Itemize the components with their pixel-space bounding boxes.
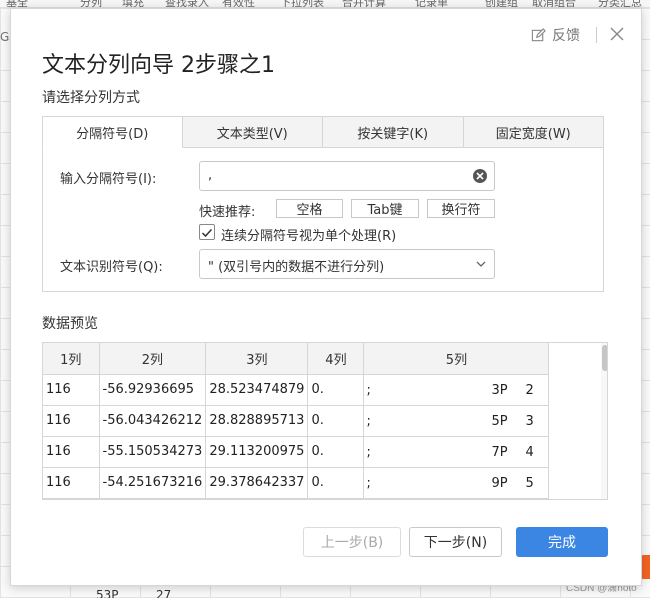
column-header[interactable]: 1列	[43, 343, 100, 375]
cell-part: ;	[366, 382, 371, 398]
table-cell: 0.	[307, 405, 365, 437]
table-row: 116 -55.150534273 29.113200975 0. ; 7P 4	[43, 436, 550, 468]
table-cell: 0.	[307, 374, 365, 406]
text-to-columns-dialog: 反馈 文本分列向导 2步骤之1 请选择分列方式 分隔符号(D) 文本类型(V) …	[10, 8, 642, 586]
ribbon-item[interactable]: 基全	[6, 0, 28, 7]
table-cell: 28.828895713	[205, 405, 309, 437]
quick-newline-button[interactable]: 换行符	[427, 199, 495, 218]
table-cell: 116	[43, 405, 100, 437]
table-row: 116 -54.251673216 29.378642337 0. ; 9P 5	[43, 467, 550, 499]
cell-part: 5P	[491, 413, 508, 429]
preview-title: 数据预览	[42, 316, 98, 332]
ribbon-item[interactable]: 取消组合	[532, 0, 576, 7]
cell-part: 3	[525, 413, 534, 429]
table-cell: 116	[43, 436, 100, 468]
data-preview[interactable]: 1列 2列 3列 4列 5列 116 -56.92936695 28.52347…	[42, 342, 608, 500]
tab-text-type[interactable]: 文本类型(V)	[182, 116, 323, 148]
quick-recommend-label: 快速推荐:	[199, 205, 256, 220]
consecutive-checkbox[interactable]	[199, 224, 215, 240]
cell-part: ;	[366, 413, 371, 429]
close-icon	[610, 27, 624, 41]
table-cell: ; 3P 2	[363, 374, 550, 406]
scrollbar-thumb[interactable]	[602, 345, 607, 371]
table-cell: -54.251673216	[99, 467, 207, 499]
table-cell: 116	[43, 467, 100, 499]
table-cell: 29.378642337	[205, 467, 309, 499]
feedback-button[interactable]: 反馈	[531, 25, 580, 45]
table-cell: 28.523474879	[205, 374, 309, 406]
table-cell: ; 5P 3	[363, 405, 550, 437]
ribbon-item[interactable]: 合并计算	[342, 0, 386, 7]
column-header-g: G	[0, 30, 10, 44]
next-step-button[interactable]: 下一步(N)	[409, 527, 502, 557]
table-row: 116 -56.92936695 28.523474879 0. ; 3P 2	[43, 374, 550, 406]
feedback-label: 反馈	[552, 28, 580, 44]
chevron-down-icon	[476, 261, 486, 267]
cell-part: 3P	[491, 382, 508, 398]
clear-icon[interactable]	[472, 168, 488, 184]
tab-fixed-width[interactable]: 固定宽度(W)	[463, 116, 604, 148]
table-cell: -56.043426212	[99, 405, 207, 437]
ribbon-item[interactable]: 填充	[122, 0, 144, 7]
cell-part: 5	[525, 475, 534, 491]
table-cell: ; 7P 4	[363, 436, 550, 468]
sheet-cell[interactable]: 27	[156, 588, 171, 598]
column-header[interactable]: 3列	[205, 343, 309, 375]
separator-label: 输入分隔符号(I):	[60, 172, 157, 187]
quick-space-button[interactable]: 空格	[276, 199, 343, 218]
tab-delimiter[interactable]: 分隔符号(D)	[42, 116, 183, 148]
tab-keyword[interactable]: 按关键字(K)	[323, 116, 464, 148]
ribbon-item[interactable]: 记录单	[415, 0, 448, 7]
dialog-title: 文本分列向导 2步骤之1	[42, 53, 275, 78]
cell-part: ;	[366, 444, 371, 460]
table-cell: 0.	[307, 436, 365, 468]
consecutive-label[interactable]: 连续分隔符号视为单个处理(R)	[221, 225, 396, 244]
edit-icon	[531, 27, 546, 41]
prev-step-button[interactable]: 上一步(B)	[303, 527, 401, 557]
preview-table: 1列 2列 3列 4列 5列 116 -56.92936695 28.52347…	[43, 343, 550, 499]
ribbon-item[interactable]: 查找录入	[165, 0, 209, 7]
close-button[interactable]	[608, 25, 626, 43]
ribbon-item[interactable]: 分类汇总	[598, 0, 642, 7]
table-cell: 0.	[307, 467, 365, 499]
table-cell: -55.150534273	[99, 436, 207, 468]
separator-input[interactable]: ,	[199, 161, 495, 191]
column-header[interactable]: 2列	[99, 343, 207, 375]
quick-tab-button[interactable]: Tab键	[351, 199, 419, 218]
cell-part: 7P	[491, 444, 508, 460]
delimiter-panel: 输入分隔符号(I): , 快速推荐: 空格 Tab键 换行符 连续分隔符号视为单…	[42, 147, 604, 292]
qualifier-value: " (双引号内的数据不进行分列)	[208, 260, 385, 275]
cell-part: 9P	[491, 475, 508, 491]
table-cell: ; 9P 5	[363, 467, 550, 499]
table-cell: -56.92936695	[99, 374, 207, 406]
sheet-cell[interactable]: 53P	[96, 588, 119, 598]
ribbon-item[interactable]: 下拉列表	[280, 0, 324, 7]
table-row: 116 -56.043426212 28.828895713 0. ; 5P 3	[43, 405, 550, 437]
column-header[interactable]: 4列	[307, 343, 365, 375]
cell-part: 4	[525, 444, 534, 460]
cell-part: ;	[366, 475, 371, 491]
ribbon-item[interactable]: 分列	[80, 0, 102, 7]
header-divider	[596, 27, 597, 43]
table-cell: 29.113200975	[205, 436, 309, 468]
cell-part: 2	[525, 382, 534, 398]
ribbon-item[interactable]: 有效性	[222, 0, 255, 7]
ribbon-item[interactable]: 创建组	[485, 0, 518, 7]
ribbon-strip: 基全 分列 填充 查找录入 有效性 下拉列表 合并计算 记录单 创建组 取消组合…	[0, 0, 650, 8]
split-method-tabs: 分隔符号(D) 文本类型(V) 按关键字(K) 固定宽度(W)	[42, 116, 604, 148]
finish-button[interactable]: 完成	[516, 527, 608, 557]
preview-scrollbar[interactable]	[601, 343, 607, 499]
qualifier-select[interactable]: " (双引号内的数据不进行分列)	[199, 249, 495, 279]
dialog-subtitle: 请选择分列方式	[42, 90, 140, 106]
qualifier-label: 文本识别符号(Q):	[60, 260, 163, 275]
check-icon	[201, 228, 213, 238]
table-cell: 116	[43, 374, 100, 406]
column-header[interactable]: 5列	[363, 343, 550, 375]
